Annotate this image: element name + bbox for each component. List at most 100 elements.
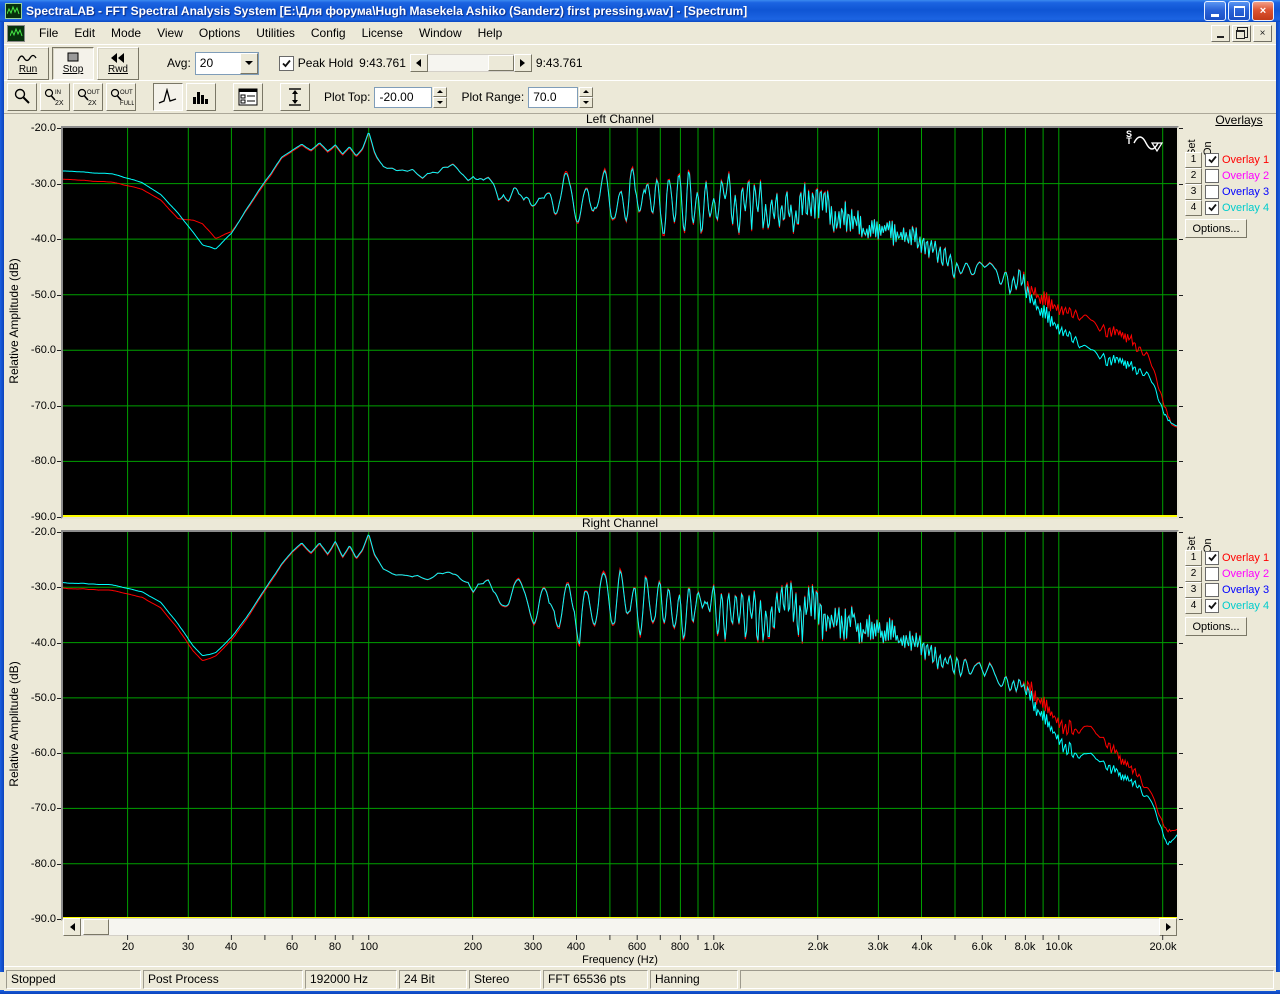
overlay-2-checkbox[interactable] [1205, 169, 1219, 183]
app-icon[interactable] [5, 3, 22, 19]
plot-top-spinner[interactable] [433, 87, 447, 108]
magnifier-full-icon: OUTFULL [109, 87, 134, 107]
rewind-icon [107, 52, 129, 64]
spectralab-window: { "window": { "title": "SpectraLAB - FFT… [0, 0, 1280, 994]
stop-button[interactable]: Stop [52, 47, 94, 80]
y-tick-label: -20.0 [10, 122, 56, 134]
x-tick-label: 100 [342, 941, 396, 953]
bar-chart-icon [191, 88, 211, 106]
y-tick [57, 587, 61, 588]
overlay-1-label: Overlay 1 [1222, 552, 1269, 564]
avg-combobox[interactable]: 20 [195, 52, 259, 75]
overlay-3-set-button[interactable]: 3 [1185, 184, 1202, 200]
overlay-2-checkbox[interactable] [1205, 567, 1219, 581]
overlay-4-checkbox[interactable] [1205, 201, 1219, 215]
time-scrollbar[interactable] [410, 55, 532, 71]
x-axis-title: Frequency (Hz) [63, 954, 1177, 966]
frequency-scrollbar[interactable] [63, 919, 1177, 935]
overlay-3-checkbox[interactable] [1205, 185, 1219, 199]
plot-range-spinner[interactable] [579, 87, 593, 108]
y-tick [57, 184, 61, 185]
overlay-4-checkbox[interactable] [1205, 599, 1219, 613]
maximize-button[interactable] [1228, 1, 1250, 21]
overlay-4-set-button[interactable]: 4 [1185, 200, 1202, 216]
status-state: Stopped [6, 970, 141, 989]
zoom-in-2x-button[interactable]: IN2X [40, 83, 70, 111]
x-tick-label: 400 [549, 941, 603, 953]
overlay-2-set-button[interactable]: 2 [1185, 168, 1202, 184]
x-tick-label: 40 [204, 941, 258, 953]
spinner-up-icon [433, 87, 447, 98]
run-button[interactable]: Run [7, 47, 49, 80]
display-options-button[interactable] [233, 83, 263, 111]
time-total: 9:43.761 [536, 56, 583, 70]
bar-plot-mode-button[interactable] [186, 83, 216, 111]
status-fft-size: FFT 65536 pts [543, 970, 648, 989]
y-tick [57, 643, 61, 644]
vertical-scale-icon [286, 87, 304, 107]
menu-license[interactable]: License [354, 23, 411, 43]
amplitude-scale-button[interactable] [280, 83, 310, 111]
menu-window[interactable]: Window [411, 23, 470, 43]
y-tick [1179, 698, 1183, 699]
menu-file[interactable]: File [31, 23, 66, 43]
close-button[interactable]: × [1252, 1, 1274, 21]
overlay-2-label: Overlay 2 [1222, 568, 1269, 580]
x-tick-label: 20 [101, 941, 155, 953]
y-tick [57, 808, 61, 809]
spectrum-plot-right[interactable] [63, 532, 1177, 919]
overlay-1-set-button[interactable]: 1 [1185, 152, 1202, 168]
document-icon[interactable] [7, 25, 25, 42]
x-tick-label: 2.0k [791, 941, 845, 953]
y-tick [57, 350, 61, 351]
plot-top-input[interactable]: -20.00 [374, 87, 432, 108]
svg-text:FULL: FULL [120, 101, 134, 107]
menu-options[interactable]: Options [191, 23, 248, 43]
peak-hold-checkbox[interactable] [279, 56, 294, 71]
menu-help[interactable]: Help [470, 23, 511, 43]
line-plot-mode-button[interactable] [153, 83, 183, 111]
y-axis-title-left: Relative Amplitude (dB) [7, 211, 21, 431]
menu-view[interactable]: View [149, 23, 191, 43]
y-tick-label: -30.0 [10, 178, 56, 190]
overlay-1-checkbox[interactable] [1205, 551, 1219, 565]
rewind-button[interactable]: Rwd [97, 47, 139, 80]
y-tick-label: -80.0 [10, 455, 56, 467]
overlay-options-button[interactable]: Options... [1185, 617, 1247, 636]
overlay-options-button[interactable]: Options... [1185, 219, 1247, 238]
mdi-restore-button[interactable] [1232, 25, 1251, 42]
menu-edit[interactable]: Edit [66, 23, 103, 43]
overlay-row: 3 Overlay 3 [1185, 582, 1269, 597]
window-title: SpectraLAB - FFT Spectral Analysis Syste… [26, 4, 747, 18]
y-tick [1179, 350, 1183, 351]
y-tick [1179, 643, 1183, 644]
x-tick-label: 1.0k [687, 941, 741, 953]
y-tick [57, 295, 61, 296]
menu-mode[interactable]: Mode [103, 23, 149, 43]
overlay-3-checkbox[interactable] [1205, 583, 1219, 597]
title-bar[interactable]: SpectraLAB - FFT Spectral Analysis Syste… [0, 0, 1280, 22]
overlay-3-set-button[interactable]: 3 [1185, 582, 1202, 598]
svg-text:2X: 2X [55, 100, 64, 107]
overlay-2-set-button[interactable]: 2 [1185, 566, 1202, 582]
zoom-out-2x-button[interactable]: OUT2X [73, 83, 103, 111]
magnifier-out-icon: OUT2X [76, 87, 100, 107]
overlay-1-checkbox[interactable] [1205, 153, 1219, 167]
plot-range-input[interactable]: 70.0 [528, 87, 578, 108]
y-tick [57, 698, 61, 699]
zoom-out-full-button[interactable]: OUTFULL [106, 83, 136, 111]
mdi-minimize-button[interactable] [1211, 25, 1230, 42]
mdi-close-button[interactable]: × [1253, 25, 1272, 42]
menu-utilities[interactable]: Utilities [248, 23, 303, 43]
y-tick-label: -90.0 [10, 913, 56, 925]
menu-bar: File Edit Mode View Options Utilities Co… [4, 22, 1276, 45]
minimize-button[interactable] [1204, 1, 1226, 21]
menu-config[interactable]: Config [303, 23, 354, 43]
overlay-1-set-button[interactable]: 1 [1185, 550, 1202, 566]
left-channel-plot-frame [61, 126, 1179, 519]
dialog-icon [238, 88, 258, 106]
zoom-tool-button[interactable] [7, 83, 37, 111]
overlay-4-set-button[interactable]: 4 [1185, 598, 1202, 614]
spectrum-plot-left[interactable] [63, 128, 1177, 517]
y-tick-label: -90.0 [10, 511, 56, 523]
